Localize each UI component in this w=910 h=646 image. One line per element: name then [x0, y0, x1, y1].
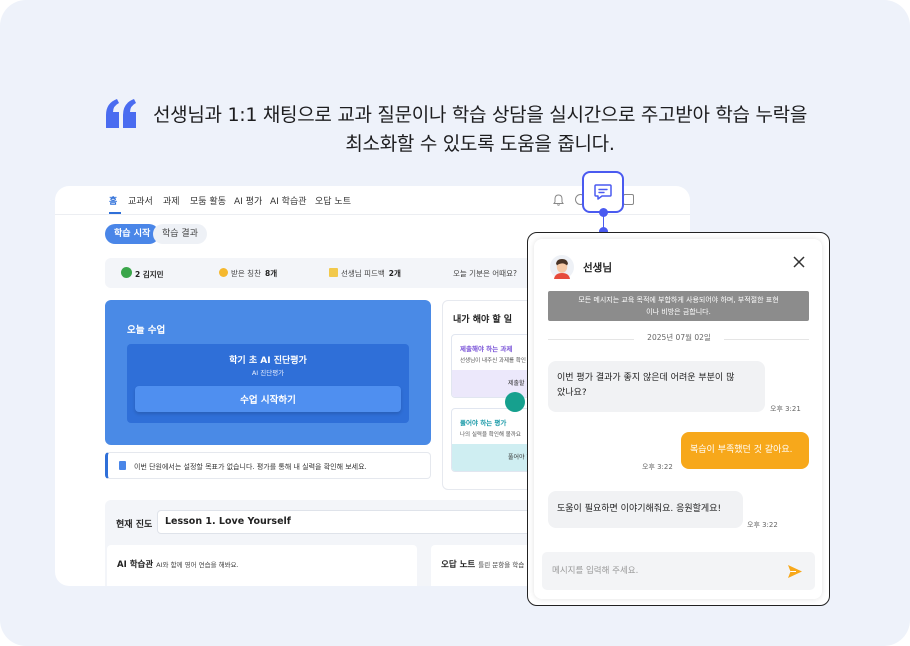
chat-title: 선생님	[583, 262, 612, 274]
chat-bubble-icon	[594, 184, 612, 200]
menu-icon[interactable]	[623, 194, 634, 205]
medal-icon	[219, 268, 228, 277]
message-teacher-1: 이번 평가 결과가 좋지 않은데 어려운 부분이 많 았나요?	[548, 361, 765, 412]
task-assignment-label: 제출해야 하는 과제	[460, 345, 513, 353]
progress-value: Lesson 1. Love Yourself	[157, 510, 557, 534]
teacher-avatar	[550, 255, 574, 279]
chat-window: 선생님 모든 메시지는 교육 목적에 부합하게 사용되어야 하며, 부적절한 표…	[534, 239, 822, 599]
nav-ai-learning[interactable]: AI 학습관	[270, 194, 307, 207]
tab-learning-result[interactable]: 학습 결과	[153, 224, 207, 244]
todo-title: 내가 해야 할 일	[453, 315, 513, 325]
stat-feedback: 선생님 피드백 2개	[329, 268, 401, 279]
nav-group-activity[interactable]: 모둠 활동	[190, 194, 226, 207]
task-evaluation-footer: 풀어야 할	[452, 444, 536, 471]
message-teacher-2: 도움이 필요하면 이야기해줘요. 응원할게요!	[548, 491, 743, 528]
nav-wrong-note[interactable]: 오답 노트	[315, 194, 351, 207]
message-time-3: 오후 3:22	[747, 521, 778, 529]
progress-label: 현재 진도	[116, 520, 153, 530]
wrong-note-sub: 틀린 문항을 학습	[478, 561, 525, 569]
chat-date: 2025년 07월 02일	[634, 332, 724, 343]
ai-learning-sub: AI와 함께 영어 연습을 해봐요.	[156, 561, 239, 569]
goal-notice: 이번 단원에서는 설정할 목표가 없습니다. 평가를 통해 내 실력을 확인해 …	[105, 452, 431, 479]
lesson-subtitle: AI 진단평가	[251, 369, 285, 377]
ai-learning-title: AI 학습관	[117, 560, 154, 570]
headline-line-2: 최소화할 수 있도록 도움을 줍니다.	[345, 133, 615, 155]
wrong-note-title: 오답 노트	[441, 560, 476, 570]
stat-mood[interactable]: 오늘 기분은 어때요?	[453, 268, 517, 279]
notice-text: 이번 단원에서는 설정할 목표가 없습니다. 평가를 통해 내 실력을 확인해 …	[134, 463, 367, 471]
task-assignment-footer: 제출할	[452, 370, 536, 397]
task-evaluation[interactable]: 풀어야 하는 평가 나의 실력을 확인해 볼까요 풀어야 할	[451, 408, 536, 472]
message-time-1: 오후 3:21	[770, 405, 801, 413]
student-avatar-icon	[121, 267, 132, 278]
bell-icon[interactable]	[553, 194, 564, 206]
nav-textbook[interactable]: 교과서	[128, 194, 153, 207]
stat-praise: 받은 칭찬 8개	[219, 268, 277, 279]
policy-notice: 모든 메시지는 교육 목적에 부합하게 사용되어야 하며, 부적절한 표현 이나…	[548, 291, 809, 321]
nav-active-indicator	[109, 212, 121, 214]
connector-dot-top	[599, 208, 608, 217]
chat-window-frame: 선생님 모든 메시지는 교육 목적에 부합하게 사용되어야 하며, 부적절한 표…	[527, 232, 830, 606]
quote-icon	[106, 99, 136, 128]
message-input[interactable]	[542, 552, 815, 590]
phone-icon	[119, 461, 126, 470]
send-icon[interactable]	[787, 564, 803, 579]
start-class-button[interactable]: 수업 시작하기	[135, 386, 401, 412]
lesson-card: 학기 초 AI 진단평가 AI 진단평가 수업 시작하기	[127, 344, 409, 423]
decorative-blob	[505, 392, 525, 412]
policy-line-2: 이나 비방은 금합니다.	[646, 308, 711, 316]
policy-line-1: 모든 메시지는 교육 목적에 부합하게 사용되어야 하며, 부적절한 표현	[578, 296, 779, 304]
task-assignment[interactable]: 제출해야 하는 과제 선생님이 내주신 과제를 확인 제출할	[451, 334, 536, 398]
headline-line-1: 선생님과 1:1 채팅으로 교과 질문이나 학습 상담을 실시간으로 주고받아 …	[152, 104, 808, 126]
task-assignment-desc: 선생님이 내주신 과제를 확인	[460, 358, 526, 364]
message-student-1: 복습이 부족했던 것 같아요.	[681, 432, 809, 469]
ai-learning-card[interactable]: AI 학습관 AI와 함께 영어 연습을 해봐요.	[107, 545, 417, 586]
tab-learning-start[interactable]: 학습 시작	[105, 224, 160, 244]
canvas-background: 선생님과 1:1 채팅으로 교과 질문이나 학습 상담을 실시간으로 주고받아 …	[0, 0, 910, 646]
today-class-card: 오늘 수업 학기 초 AI 진단평가 AI 진단평가 수업 시작하기	[105, 300, 431, 445]
close-icon[interactable]	[791, 254, 807, 270]
crown-icon	[329, 268, 338, 277]
nav-home[interactable]: 홈	[109, 194, 117, 207]
lesson-title: 학기 초 AI 진단평가	[229, 356, 307, 366]
task-evaluation-label: 풀어야 하는 평가	[460, 419, 507, 427]
headline: 선생님과 1:1 채팅으로 교과 질문이나 학습 상담을 실시간으로 주고받아 …	[148, 101, 812, 159]
nav-ai-evaluation[interactable]: AI 평가	[234, 194, 262, 207]
stat-student: 2 김지민	[121, 267, 164, 280]
message-time-2: 오후 3:22	[642, 463, 673, 471]
task-evaluation-desc: 나의 실력을 확인해 볼까요	[460, 432, 521, 438]
chat-open-button[interactable]	[582, 171, 624, 213]
today-class-title: 오늘 수업	[127, 325, 166, 336]
nav-assignments[interactable]: 과제	[163, 194, 180, 207]
